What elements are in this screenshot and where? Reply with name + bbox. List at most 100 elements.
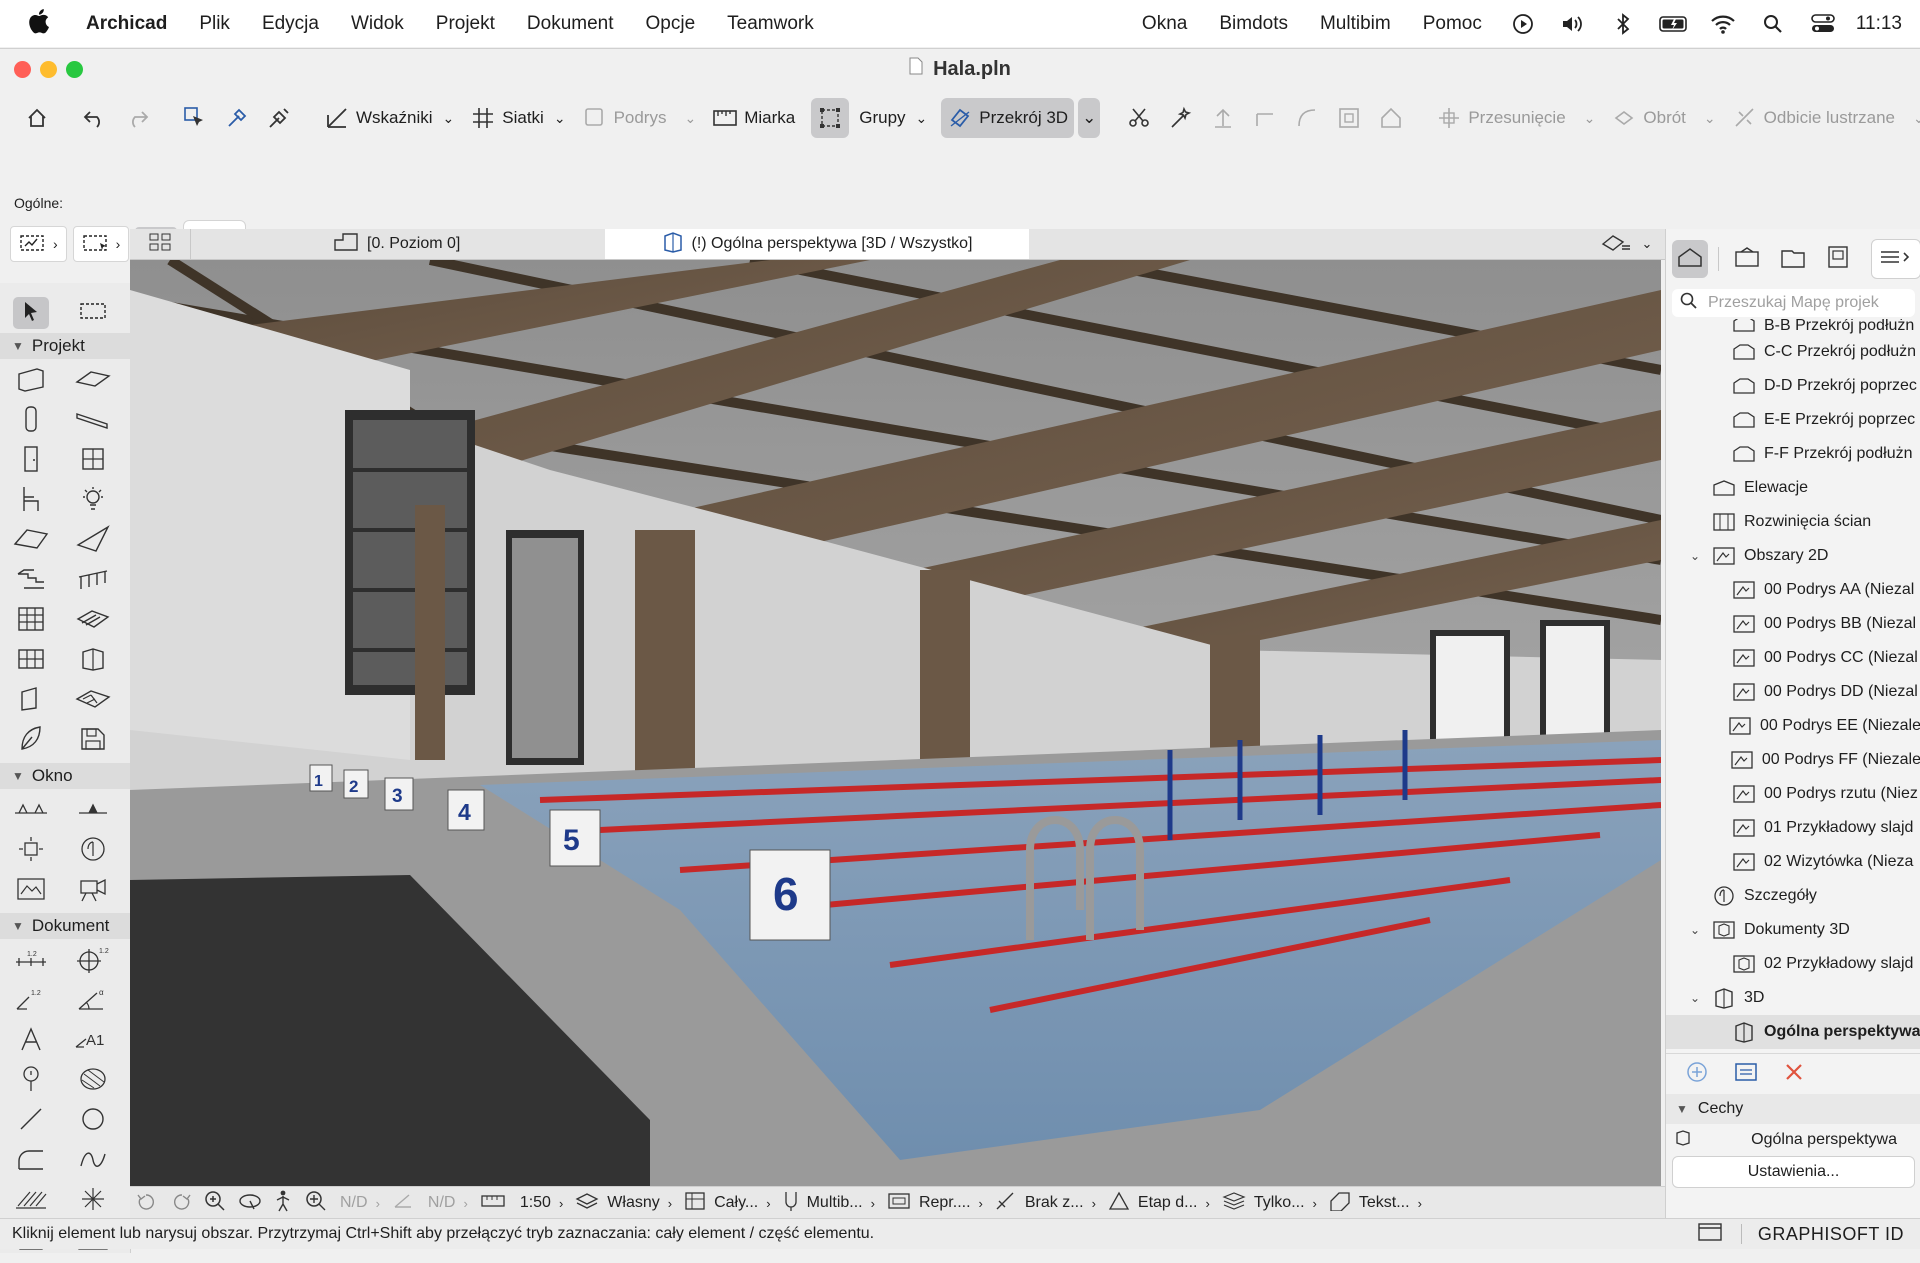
menu-edycja[interactable]: Edycja [262,13,319,35]
orbit-button[interactable] [232,1190,268,1217]
graphisoft-id-button[interactable]: GRAPHISOFT ID [1758,1224,1904,1245]
angle-dimension-tool[interactable]: α [75,985,111,1017]
selection-method-button[interactable]: › [10,226,67,262]
zoom-in-button[interactable] [198,1190,232,1217]
tree-item[interactable]: ⌄ Dokumenty 3D [1666,913,1920,947]
tab-overview-button[interactable] [130,229,191,259]
toolbox-section-dokument[interactable]: ▼ Dokument [0,913,130,939]
tree-item[interactable]: Rozwinięcia ścian [1666,505,1920,539]
menu-plik[interactable]: Plik [199,13,230,35]
odbicie-button[interactable]: Odbicie lustrzane ⌄ [1726,98,1920,138]
door-tool[interactable] [13,445,49,477]
tree-item-selected[interactable]: Ogólna perspektywa [1666,1015,1920,1049]
dimension-tool[interactable]: 1.2 [13,945,49,977]
3d-viewport[interactable]: 1 2 3 4 5 6 [130,260,1661,1186]
curve-button[interactable] [1288,98,1326,138]
roof-tool[interactable] [13,525,49,557]
pen-set-field[interactable]: Własny › [569,1191,678,1216]
line-tool[interactable] [13,1105,49,1137]
przekroj-3d-dropdown[interactable]: ⌄ [1078,98,1101,138]
delete-icon[interactable] [1784,1062,1804,1087]
elevate-button[interactable] [1204,98,1242,138]
grupy-button[interactable]: Grupy ⌄ [853,98,933,138]
battery-icon[interactable] [1659,10,1687,38]
tree-item[interactable]: 00 Podrys EE (Niezale [1666,709,1920,743]
adjust-button[interactable] [1246,98,1284,138]
tree-item[interactable]: 01 Przykładowy slajd [1666,811,1920,845]
navigator-search[interactable]: Przeszukaj Mapę projek [1672,289,1915,317]
nd-angle-field[interactable]: N/D › [386,1191,474,1216]
redo-zoom-button[interactable] [164,1191,198,1216]
menu-okna[interactable]: Okna [1142,13,1187,35]
explore-button[interactable] [268,1190,298,1217]
object-tool[interactable] [13,485,49,517]
hatch-tool[interactable] [13,1185,49,1217]
tree-item[interactable]: 00 Podrys DD (Niezal [1666,675,1920,709]
arrow-tool[interactable] [13,297,49,329]
home-button[interactable] [18,98,56,138]
podrys-button[interactable]: Podrys ⌄ [576,98,703,138]
tree-item[interactable]: B-B Przekrój podłużn [1666,319,1920,335]
multibim-field[interactable]: Multib... › [777,1190,881,1217]
toolbox-section-projekt[interactable]: ▼ Projekt [0,333,130,359]
mesh-tool[interactable] [75,605,111,637]
tree-item[interactable]: ⌄ 3D [1666,981,1920,1015]
model-view-field[interactable]: Cały... › [678,1191,777,1216]
skylight-tool[interactable] [13,685,49,717]
graphic-override-field[interactable]: Repr.... › [881,1192,989,1215]
menu-dokument[interactable]: Dokument [527,13,614,35]
view-settings-icon[interactable] [1734,1062,1758,1087]
undo-button[interactable] [76,98,114,138]
morph-tool[interactable] [13,645,49,677]
window-tool[interactable] [75,445,111,477]
przesuniecie-button[interactable]: Przesunięcie ⌄ [1430,98,1601,138]
label-tool[interactable]: A1 [75,1025,111,1057]
interior-elevation-tool[interactable] [13,835,49,867]
roof-button[interactable] [1372,98,1410,138]
toolbox-section-okno[interactable]: ▼ Okno [0,763,130,789]
circle-tool[interactable] [75,1105,111,1137]
tree-item[interactable]: 00 Podrys AA (Niezal [1666,573,1920,607]
publisher-sets-tab[interactable] [1821,240,1857,278]
marquee-tool[interactable] [75,297,111,329]
play-icon[interactable] [1509,10,1537,38]
volume-icon[interactable] [1559,10,1587,38]
fit-window-button[interactable] [298,1189,334,1218]
split-button[interactable] [1120,98,1158,138]
polyline-tool[interactable] [13,1145,49,1177]
layout-icon[interactable] [1697,1222,1723,1247]
tree-item[interactable]: 02 Przykładowy slajd [1666,947,1920,981]
renovation-filter-field[interactable]: Brak z... › [989,1191,1102,1216]
menu-pomoc[interactable]: Pomoc [1423,13,1482,35]
wifi-icon[interactable] [1709,10,1737,38]
tree-item[interactable]: 02 Wizytówka (Nieza [1666,845,1920,879]
level-dimension-tool[interactable]: 1.2 [75,945,111,977]
nd-zoom-field[interactable]: N/D › [334,1194,386,1212]
wall-tool[interactable] [13,365,49,397]
chevron-down-icon[interactable]: ⌄ [1690,549,1704,563]
menu-bimdots[interactable]: Bimdots [1219,13,1288,35]
railing-tool[interactable] [75,565,111,597]
view-options-button[interactable]: ⌄ [1587,229,1665,259]
tree-item[interactable]: 00 Podrys CC (Niezal [1666,641,1920,675]
zoom-window-button[interactable] [66,61,83,78]
menu-widok[interactable]: Widok [351,13,404,35]
marquee-mode-button[interactable]: › [72,226,130,262]
tab-3d-perspective[interactable]: (!) Ogólna perspektywa [3D / Wszystko] [605,229,1029,259]
syringe-button[interactable] [260,98,298,138]
przekroj-3d-button[interactable]: Przekrój 3D [941,98,1075,138]
navigator-menu-button[interactable] [1871,239,1920,279]
find-select-button[interactable] [176,98,214,138]
stair-tool[interactable] [13,565,49,597]
library-object-tool[interactable] [75,725,111,757]
add-view-icon[interactable] [1686,1061,1708,1088]
section-tool[interactable] [13,795,49,827]
properties-section-header[interactable]: ▼ Cechy [1666,1094,1920,1124]
control-center-icon[interactable] [1809,10,1837,38]
tree-item[interactable]: Szczegóły [1666,879,1920,913]
structure-display-field[interactable]: Etap d... › [1102,1191,1216,1216]
beam-tool[interactable] [75,405,111,437]
view-map-tab[interactable] [1729,240,1765,278]
chevron-down-icon[interactable]: ⌄ [1690,991,1704,1005]
tree-item[interactable]: 00 Podrys FF (Niezale [1666,743,1920,777]
